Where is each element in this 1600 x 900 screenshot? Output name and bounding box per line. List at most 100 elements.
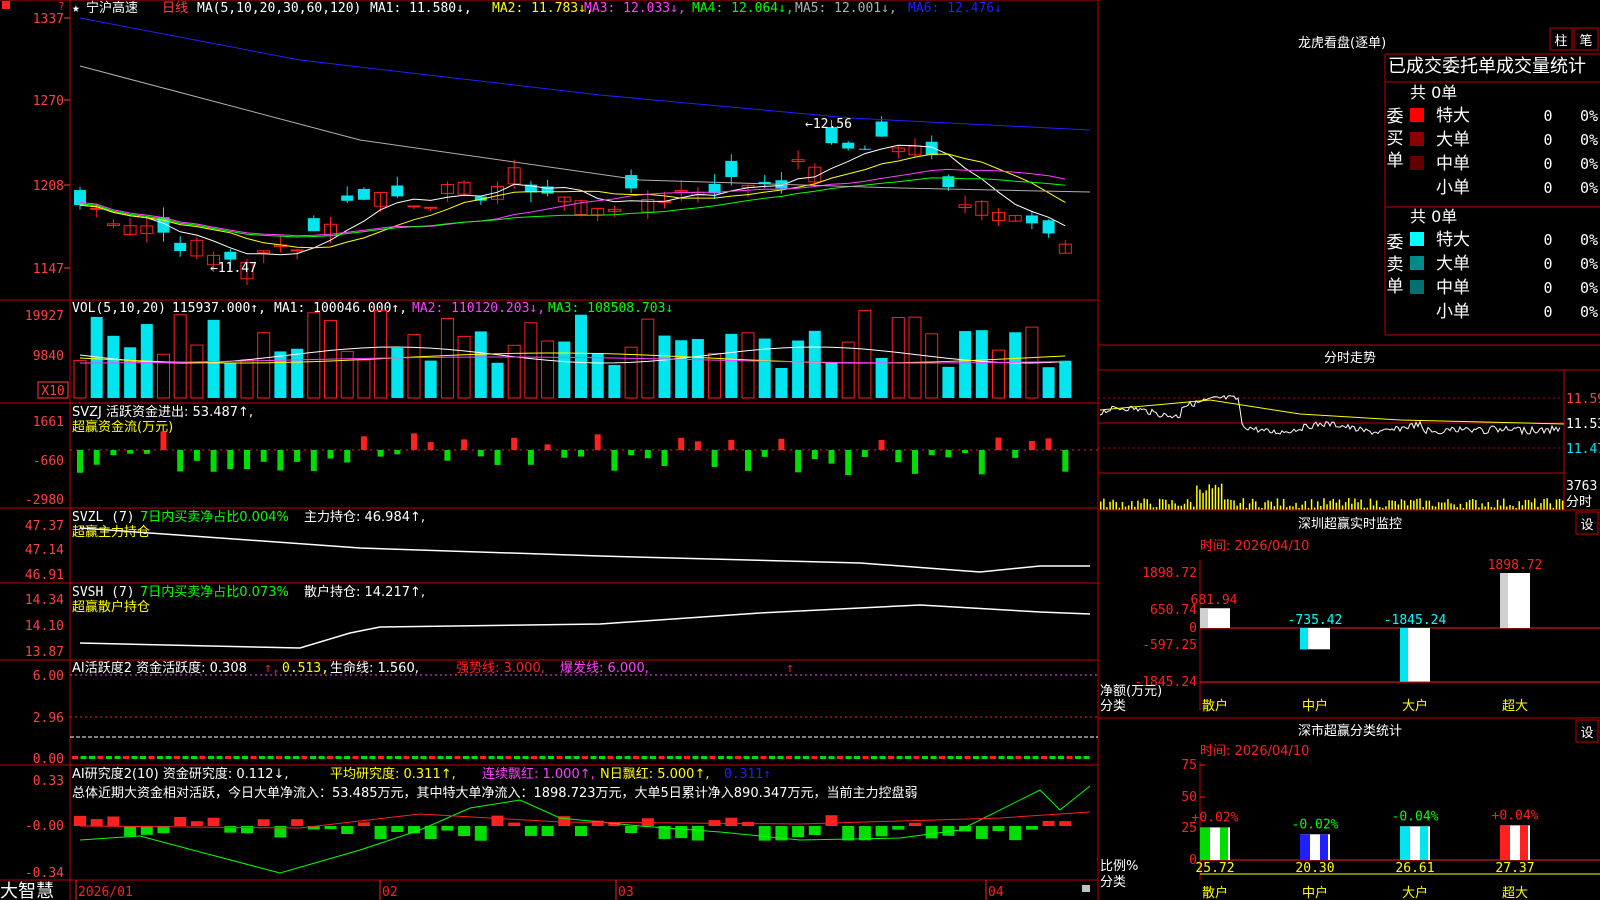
buy-side-label-char: 委 <box>1387 107 1404 127</box>
buy-row-label: 中单 <box>1436 154 1470 174</box>
buy-row-label: 小单 <box>1436 178 1470 198</box>
flow-bar-up <box>728 439 735 450</box>
activity-mark <box>157 756 163 759</box>
ai2-arrow: ↑, <box>264 661 280 676</box>
total-sell: 共 0单 <box>1410 207 1457 226</box>
activity-mark <box>1066 756 1073 759</box>
flow-bar-down <box>127 450 134 454</box>
total-buy: 共 0单 <box>1410 83 1457 102</box>
activity-mark <box>89 756 95 759</box>
activity-mark <box>811 756 818 759</box>
intraday-vol-bar <box>1335 502 1338 510</box>
vol-bar-down <box>725 333 738 398</box>
intraday-vol-bar <box>1332 498 1334 510</box>
intraday-vol-bar <box>1230 499 1232 510</box>
vol-bar-down <box>975 330 988 398</box>
sell-side-label-char: 卖 <box>1387 255 1404 275</box>
activity-mark <box>361 756 367 759</box>
flow-bar-up <box>461 439 468 450</box>
research-bar-down <box>992 826 1005 832</box>
sell-row-pct: 0% <box>1580 255 1598 273</box>
intraday-vol-bar <box>1320 505 1322 510</box>
vol-label: VOL(5,10,20) <box>72 301 166 316</box>
flow-bar-up <box>678 437 685 450</box>
activity-mark <box>1015 756 1022 759</box>
vol-bar-down <box>675 340 688 398</box>
activity-mark <box>352 756 359 759</box>
sz-monitor-value: -735.42 <box>1288 613 1343 628</box>
ai-res-avg: 平均研究度: 0.311↑, <box>330 766 456 782</box>
activity-mark <box>1007 756 1013 759</box>
flow-bar-down <box>828 450 835 464</box>
flow-bar-up <box>778 438 785 450</box>
flow-bar-down <box>895 450 902 463</box>
sz-monitor-xlabel: 分类 <box>1100 699 1126 714</box>
activity-mark <box>582 756 588 759</box>
sz-class-xlabel: 分类 <box>1100 875 1126 890</box>
research-bar-down <box>892 826 905 830</box>
svzj-tick: -660 <box>33 454 64 469</box>
research-bar-down <box>140 826 153 835</box>
tick-mode-label: 笔 <box>1579 33 1592 49</box>
intraday-vol-bar <box>1236 505 1238 510</box>
intraday-vol-bar <box>1351 503 1353 510</box>
activity-mark <box>692 756 699 759</box>
research-bar-down <box>391 826 404 832</box>
research-bar-down <box>959 826 972 832</box>
svzj-tick: -2980 <box>25 493 64 508</box>
svzl-tick: 46.91 <box>25 568 64 583</box>
activity-mark <box>463 756 469 759</box>
intraday-vol-bar <box>1264 502 1266 510</box>
activity-mark <box>964 756 971 759</box>
vol-bar-down <box>1009 332 1022 398</box>
intraday-vol-bar <box>1509 505 1511 510</box>
activity-mark <box>267 756 274 759</box>
activity-mark <box>556 756 563 759</box>
flow-bar-up <box>694 441 701 450</box>
intraday-vol-bar <box>1273 506 1276 510</box>
candle-down <box>1042 220 1055 234</box>
sz-monitor-tick: 0 <box>1189 621 1197 636</box>
vol-bar-down <box>558 341 571 398</box>
vol-bar-down <box>391 347 404 398</box>
vol-bar-down <box>424 360 437 398</box>
intraday-vol-bar <box>1385 506 1387 510</box>
flow-bar-down <box>661 450 668 467</box>
flow-bar-up <box>360 436 367 450</box>
activity-mark <box>854 756 860 759</box>
intraday-vol-bar <box>1475 499 1477 510</box>
activity-mark <box>786 756 792 759</box>
flow-bar-up <box>427 442 434 450</box>
activity-mark <box>981 756 988 759</box>
activity-mark <box>539 756 546 759</box>
intraday-vol-bar <box>1121 501 1124 510</box>
flow-bar-down <box>327 450 334 459</box>
intraday-vol-bar <box>1465 502 1468 510</box>
sz-monitor-bar-shade <box>1400 628 1408 682</box>
activity-mark <box>259 756 265 759</box>
intraday-vol-bar <box>1317 501 1319 510</box>
date-label: 04 <box>988 885 1004 900</box>
intraday-vol-bar <box>1496 499 1499 510</box>
buy-row-value: 0 <box>1543 107 1552 125</box>
flow-bar-down <box>795 450 802 473</box>
candle-down <box>174 242 187 252</box>
candle-up <box>407 205 421 208</box>
activity-mark <box>548 756 554 759</box>
vol-bar-down <box>691 339 704 398</box>
intraday-vol-bar <box>1165 499 1167 510</box>
research-bar-down <box>341 826 354 834</box>
research-bar-down <box>424 826 437 839</box>
ma1-value: MA1: 11.580↓, <box>370 1 472 16</box>
flow-bar-down <box>260 450 267 462</box>
research-bar-down <box>1025 826 1038 830</box>
intraday-vol-bar <box>1453 504 1455 510</box>
intraday-vol-bar <box>1199 489 1201 510</box>
activity-mark <box>1041 756 1047 759</box>
low-annotation: ←11.47 <box>210 261 257 276</box>
intraday-vol-bar <box>1521 505 1524 510</box>
intraday-vol-bar <box>1171 500 1173 510</box>
intraday-vol-bar <box>1289 505 1291 510</box>
research-bar-up <box>291 819 304 826</box>
activity-mark <box>140 756 146 759</box>
